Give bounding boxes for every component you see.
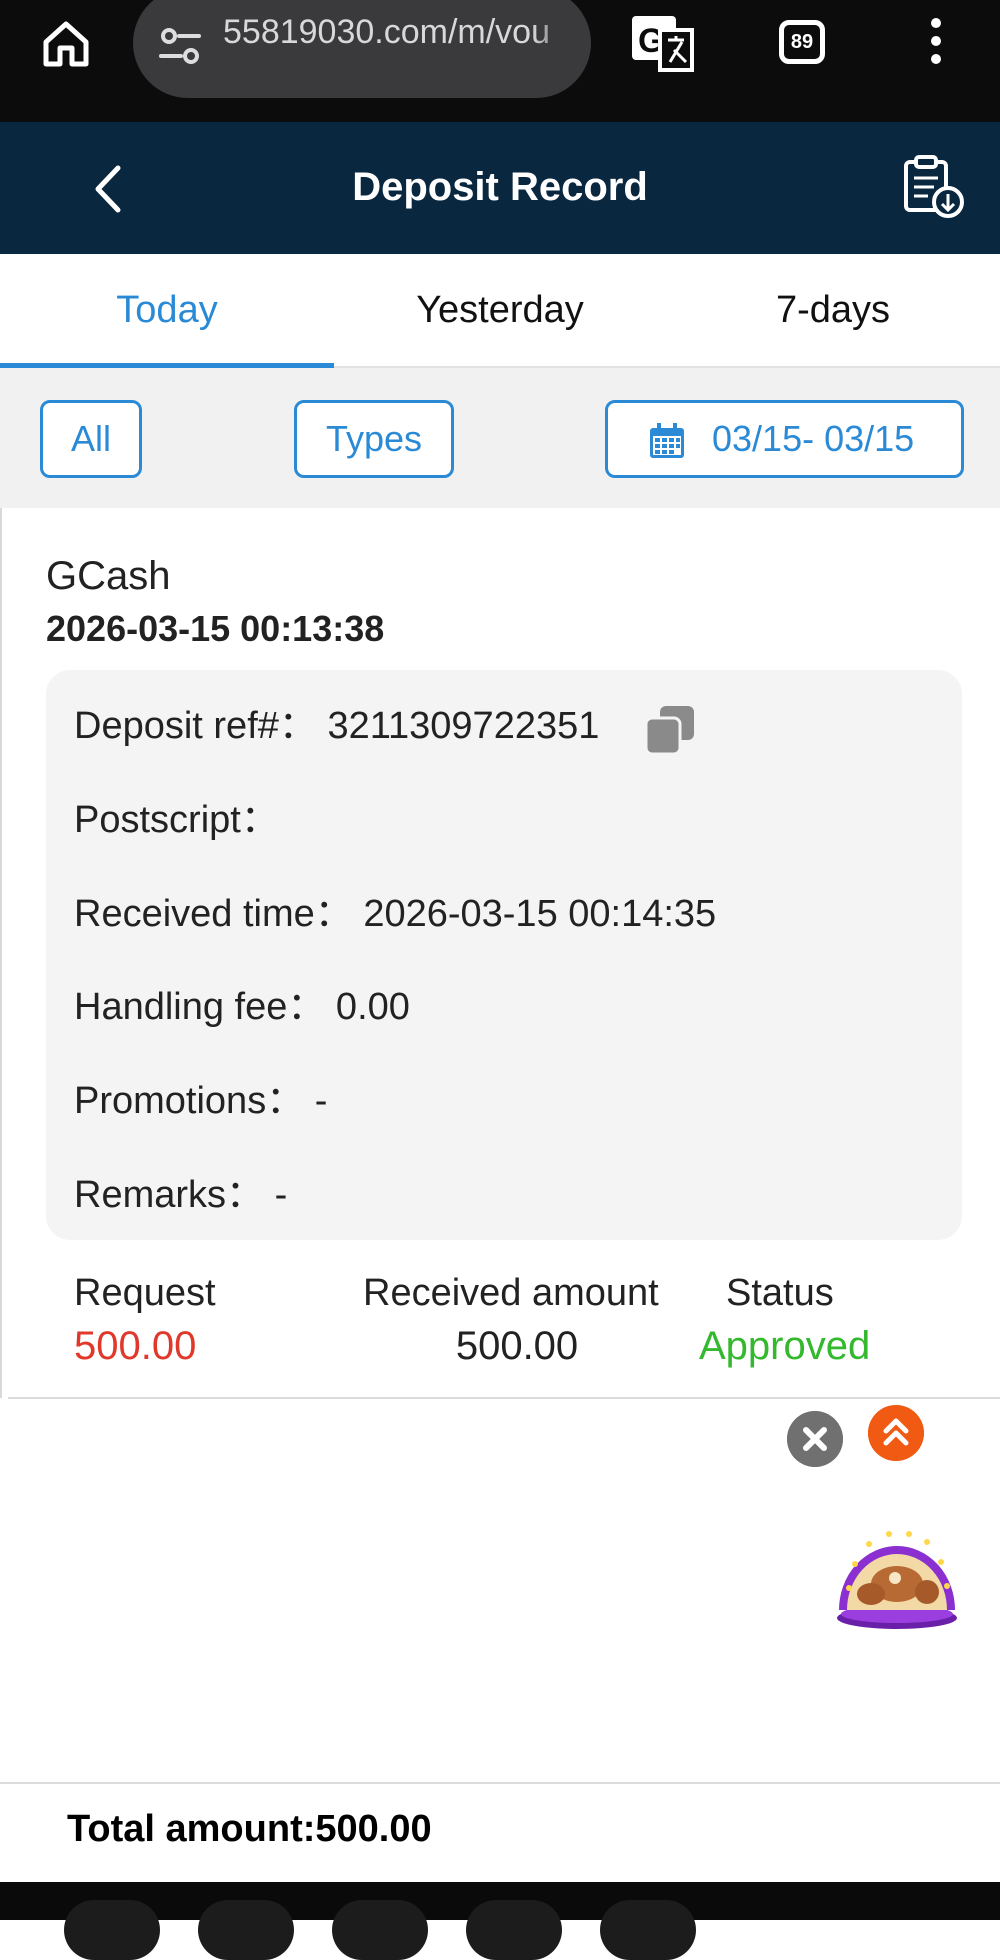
nav-item[interactable] (332, 1900, 428, 1960)
nav-item[interactable] (466, 1900, 562, 1960)
types-filter-button[interactable]: Types (294, 400, 454, 478)
received-amount-label: Received amount (363, 1272, 659, 1314)
calendar-icon (650, 423, 684, 458)
browser-toolbar: 55819030.com/m/vou G 89 (0, 0, 1000, 122)
tab-7-days[interactable]: 7-days (666, 254, 1000, 366)
postscript: Postscript： (74, 799, 279, 841)
page-title: Deposit Record (352, 165, 648, 209)
tab-switcher-button[interactable]: 89 (779, 20, 825, 64)
deposit-ref: Deposit ref#： 3211309722351 (74, 705, 600, 747)
site-settings-icon[interactable] (157, 24, 203, 70)
date-tabs: Today Yesterday 7-days (0, 254, 1000, 368)
home-icon[interactable] (40, 18, 92, 70)
promo-game-icon[interactable] (835, 1518, 959, 1630)
total-bar: Total amount:500.00 (0, 1782, 1000, 1884)
translate-icon[interactable]: G (630, 12, 696, 74)
remarks: Remarks： - (74, 1174, 288, 1216)
date-range-button[interactable]: 03/15- 03/15 (605, 400, 964, 478)
tab-yesterday[interactable]: Yesterday (333, 254, 667, 366)
record-divider (8, 1397, 1000, 1399)
copy-icon[interactable] (644, 704, 696, 756)
page-header: Deposit Record (0, 122, 1000, 254)
nav-item[interactable] (198, 1900, 294, 1960)
handling-fee: Handling fee： 0.00 (74, 986, 410, 1028)
total-amount: Total amount:500.00 (67, 1808, 432, 1850)
more-options-icon[interactable] (925, 18, 947, 70)
received-time: Received time： 2026-03-15 00:14:35 (74, 893, 717, 935)
all-filter-button[interactable]: All (40, 400, 142, 478)
scroll-top-icon[interactable] (868, 1405, 924, 1461)
tab-today[interactable]: Today (0, 254, 334, 368)
record-summary: Request 500.00 Received amount 500.00 St… (2, 1260, 1000, 1390)
received-amount: 500.00 (455, 1324, 579, 1368)
record-details-panel: Deposit ref#： 3211309722351 Postscript： … (46, 670, 962, 1240)
url-text[interactable]: 55819030.com/m/vou (223, 12, 575, 52)
address-bar[interactable]: 55819030.com/m/vou (133, 0, 591, 98)
promotions: Promotions： - (74, 1080, 328, 1122)
close-icon[interactable] (787, 1411, 843, 1467)
system-bottom-bar (0, 1882, 1000, 1960)
export-record-icon[interactable] (900, 154, 966, 220)
status-label: Status (726, 1272, 834, 1314)
date-range-text: 03/15- 03/15 (712, 418, 915, 459)
request-label: Request (74, 1272, 216, 1314)
record-timestamp: 2026-03-15 00:13:38 (46, 608, 385, 649)
payment-method: GCash (46, 554, 171, 598)
deposit-record-card[interactable]: GCash 2026-03-15 00:13:38 Deposit ref#： … (0, 508, 1000, 1398)
nav-item[interactable] (64, 1900, 160, 1960)
status-badge: Approved (699, 1324, 871, 1368)
nav-item[interactable] (600, 1900, 696, 1960)
request-amount: 500.00 (74, 1324, 197, 1368)
filter-bar: All Types 03/15- 03/15 (0, 368, 1000, 508)
